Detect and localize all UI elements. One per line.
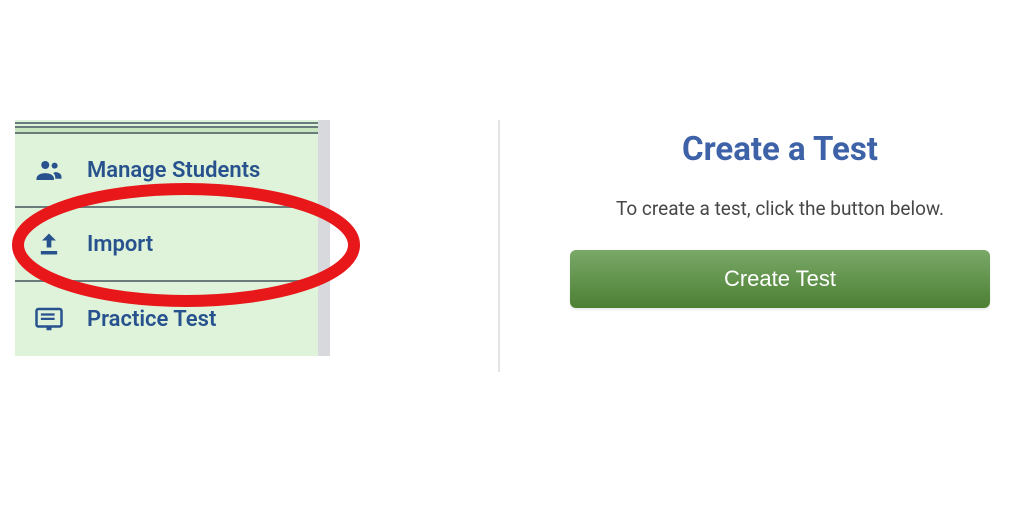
sidebar-top-edge	[15, 120, 318, 134]
sidebar-item-import[interactable]: Import	[15, 208, 318, 282]
people-icon	[33, 154, 65, 186]
sidebar: Manage Students Import Practice Test	[15, 120, 330, 356]
sidebar-fragment: Manage Students Import Practice Test	[15, 120, 360, 356]
create-test-panel: Create a Test To create a test, click th…	[560, 130, 1000, 308]
create-test-button[interactable]: Create Test	[570, 250, 990, 308]
vertical-divider	[498, 120, 500, 372]
sidebar-item-label: Practice Test	[87, 307, 216, 332]
list-screen-icon	[33, 303, 65, 335]
upload-icon	[33, 228, 65, 260]
sidebar-item-manage-students[interactable]: Manage Students	[15, 134, 318, 208]
sidebar-item-practice-test[interactable]: Practice Test	[15, 282, 318, 356]
sidebar-item-label: Import	[87, 232, 153, 257]
create-test-title: Create a Test	[560, 130, 1000, 169]
create-test-subtitle: To create a test, click the button below…	[560, 197, 1000, 220]
sidebar-item-label: Manage Students	[87, 158, 260, 183]
